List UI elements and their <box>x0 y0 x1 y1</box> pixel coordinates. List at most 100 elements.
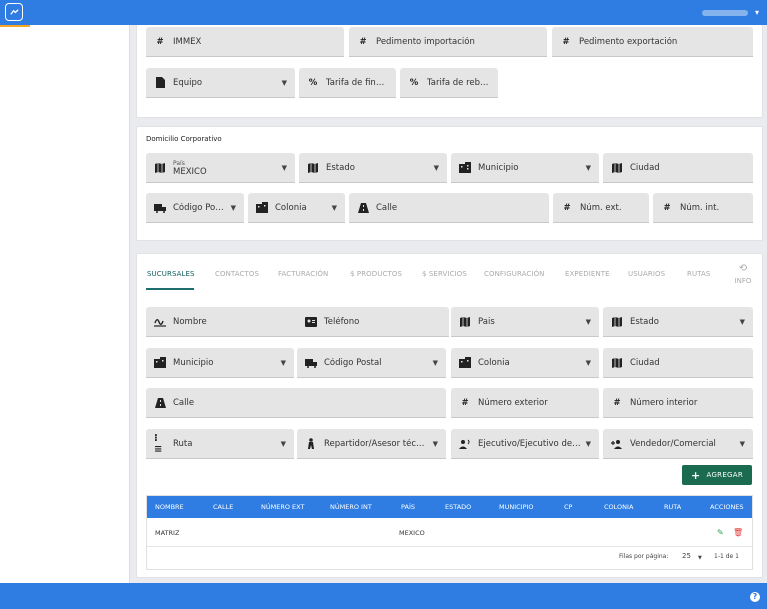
numero-exterior-field[interactable]: # Número exterior <box>451 388 599 418</box>
tab-usuarios[interactable]: USUARIOS <box>628 270 665 278</box>
map-icon <box>611 162 623 174</box>
tab-contactos[interactable]: CONTACTOS <box>215 270 259 278</box>
column-header[interactable]: NOMBRE <box>155 503 184 511</box>
delete-icon[interactable]: 🗑 <box>733 528 743 537</box>
map-icon <box>459 316 471 328</box>
pedimento-exportacion-field[interactable]: # Pedimento exportación <box>552 27 753 57</box>
column-header[interactable]: RUTA <box>664 503 681 511</box>
municipio-select[interactable]: Municipio ▼ <box>146 348 294 378</box>
chevron-down-icon[interactable]: ▼ <box>698 555 702 561</box>
map-icon <box>154 162 166 174</box>
city-icon <box>154 357 166 369</box>
pagination-range: 1-1 de 1 <box>714 553 739 560</box>
list-numbered-icon: ⁝≡ <box>154 432 163 455</box>
cell-pais: MEXICO <box>399 529 425 537</box>
hash-icon: # <box>613 397 621 408</box>
colonia-select[interactable]: Colonia ▼ <box>451 348 599 378</box>
tab-facturacion[interactable]: FACTURACIÓN <box>278 270 328 278</box>
chevron-down-icon: ▼ <box>585 358 591 367</box>
tab-servicios[interactable]: $ SERVICIOS <box>422 270 467 278</box>
tab-rutas[interactable]: RUTAS <box>687 270 710 278</box>
column-header[interactable]: ESTADO <box>445 503 471 511</box>
ejecutivo-select[interactable]: Ejecutivo/Ejecutivo de cue...▼ <box>451 429 599 459</box>
agregar-button[interactable]: + AGREGAR <box>682 465 752 485</box>
chevron-down-icon: ▼ <box>280 358 286 367</box>
column-header[interactable]: ACCIONES <box>710 503 744 511</box>
road-icon <box>357 202 369 214</box>
tab-expediente[interactable]: EXPEDIENTE <box>565 270 610 278</box>
vendedor-select[interactable]: Vendedor/Comercial ▼ <box>603 429 753 459</box>
column-header[interactable]: MUNICIPIO <box>499 503 534 511</box>
estado-select[interactable]: Estado ▼ <box>299 153 447 183</box>
row-divider <box>147 546 752 547</box>
pais-select[interactable]: País MEXICO ▼ <box>146 153 295 183</box>
tab-sucursales[interactable]: SUCURSALES <box>147 270 195 278</box>
estado-select[interactable]: Estado ▼ <box>603 307 753 337</box>
map-icon <box>611 316 623 328</box>
hash-icon: # <box>663 202 671 213</box>
calle-field[interactable]: Calle <box>146 388 446 418</box>
tarifa-rebate-field[interactable]: % Tarifa de rebate <box>400 68 498 98</box>
num-int-field[interactable]: # Núm. int. <box>653 193 753 223</box>
column-header[interactable]: PAÍS <box>401 503 415 511</box>
history-icon: ⟲ <box>738 263 748 274</box>
chevron-down-icon: ▼ <box>433 163 439 172</box>
chevron-down-icon: ▼ <box>281 163 287 172</box>
city-icon <box>459 357 471 369</box>
pais-select[interactable]: Pais ▼ <box>451 307 599 337</box>
hash-icon: # <box>562 36 570 47</box>
telefono-field[interactable]: Teléfono <box>297 307 449 337</box>
chevron-down-icon: ▼ <box>432 439 438 448</box>
bottom-bar <box>0 583 767 609</box>
colonia-select[interactable]: Colonia ▼ <box>248 193 345 223</box>
sidebar <box>0 25 130 583</box>
map-icon <box>307 162 319 174</box>
column-header[interactable]: CP <box>564 503 572 511</box>
chevron-down-icon: ▼ <box>331 203 337 212</box>
chevron-down-icon: ▼ <box>281 78 287 87</box>
codigo-postal-select[interactable]: Código Post... ▼ <box>146 193 244 223</box>
active-tab-indicator <box>146 288 194 290</box>
calle-field[interactable]: Calle <box>349 193 549 223</box>
municipio-select[interactable]: Municipio ▼ <box>451 153 599 183</box>
codigo-postal-select[interactable]: Código Postal ▼ <box>297 348 446 378</box>
equipo-select[interactable]: Equipo ▼ <box>146 68 295 98</box>
chevron-down-icon: ▼ <box>585 439 591 448</box>
column-header[interactable]: NÚMERO EXT <box>261 503 304 511</box>
chevron-down-icon: ▼ <box>739 439 745 448</box>
user-name-blurred[interactable] <box>702 10 748 16</box>
ciudad-field[interactable]: Ciudad <box>603 153 753 183</box>
hash-icon: # <box>563 202 571 213</box>
rows-per-page-select[interactable]: 25 <box>682 552 691 560</box>
top-app-bar: ▾ <box>0 0 767 25</box>
sucursales-table: NOMBRE CALLE NÚMERO EXT NÚMERO INT PAÍS … <box>146 495 753 570</box>
table-header: NOMBRE CALLE NÚMERO EXT NÚMERO INT PAÍS … <box>147 496 752 518</box>
immex-field[interactable]: # IMMEX <box>146 27 344 57</box>
ciudad-field[interactable]: Ciudad <box>603 348 753 378</box>
cell-nombre: MATRIZ <box>155 529 180 537</box>
column-header[interactable]: CALLE <box>213 503 233 511</box>
app-logo-icon[interactable] <box>5 3 23 21</box>
tab-productos[interactable]: $ PRODUCTOS <box>350 270 402 278</box>
help-icon[interactable]: ? <box>750 592 760 602</box>
numero-interior-field[interactable]: # Número interior <box>603 388 753 418</box>
tab-info[interactable]: ⟲ INFO <box>731 263 755 286</box>
pedimento-importacion-field[interactable]: # Pedimento importación <box>349 27 547 57</box>
edit-icon[interactable]: ✎ <box>717 528 724 537</box>
map-icon <box>611 357 623 369</box>
percent-icon: % <box>308 77 318 88</box>
chevron-down-icon: ▼ <box>280 439 286 448</box>
tab-bar: SUCURSALES CONTACTOS FACTURACIÓN $ PRODU… <box>146 264 754 290</box>
hash-icon: # <box>359 36 367 47</box>
repartidor-select[interactable]: Repartidor/Asesor técnico ▼ <box>297 429 446 459</box>
chevron-down-icon: ▼ <box>432 358 438 367</box>
tab-configuracion[interactable]: CONFIGURACIÓN <box>484 270 545 278</box>
hash-icon: # <box>461 397 469 408</box>
user-menu-chevron-icon[interactable]: ▾ <box>755 8 759 17</box>
ruta-select[interactable]: ⁝≡ Ruta ▼ <box>146 429 294 459</box>
column-header[interactable]: NÚMERO INT <box>330 503 372 511</box>
num-ext-field[interactable]: # Núm. ext. <box>553 193 649 223</box>
rows-per-page-label: Filas por página: <box>619 553 669 560</box>
column-header[interactable]: COLONIA <box>604 503 633 511</box>
tarifa-financiamiento-field[interactable]: %Tarifa de financi... <box>299 68 396 98</box>
